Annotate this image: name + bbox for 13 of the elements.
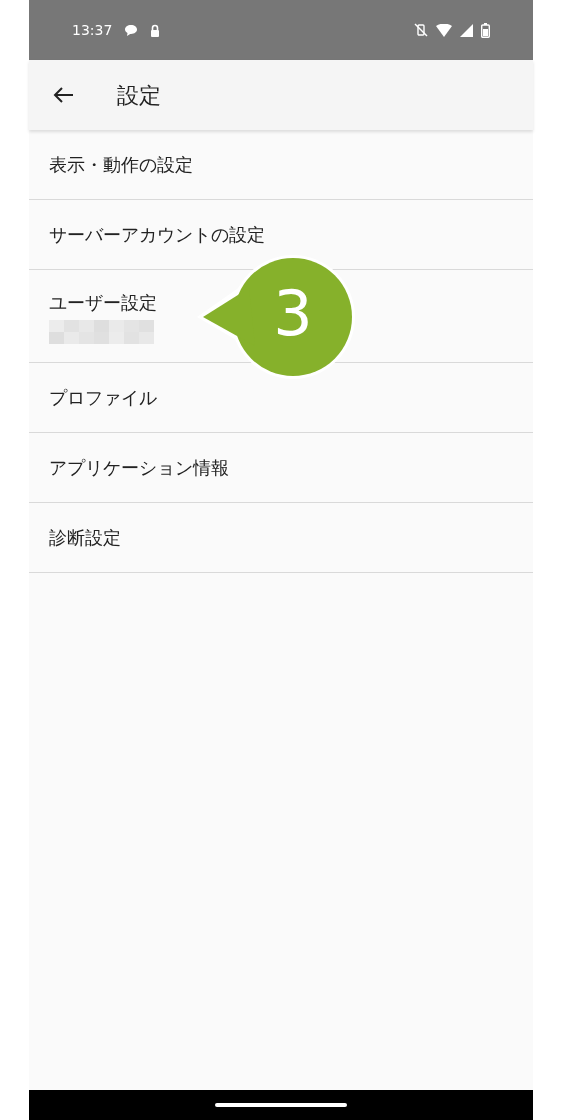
status-time: 13:37 — [72, 20, 113, 40]
settings-item[interactable]: 診断設定 — [29, 503, 533, 573]
settings-item[interactable]: 表示・動作の設定 — [29, 130, 533, 200]
settings-item[interactable]: アプリケーション情報 — [29, 433, 533, 503]
home-handle[interactable] — [215, 1103, 347, 1107]
chat-bubble-icon — [124, 23, 139, 37]
vibrate-off-icon — [414, 23, 428, 37]
step-number: 3 — [272, 276, 314, 352]
app-bar-title: 設定 — [117, 81, 161, 110]
signal-icon — [460, 23, 473, 37]
lock-icon — [150, 23, 161, 37]
wifi-icon — [436, 23, 452, 37]
battery-icon — [481, 22, 490, 38]
